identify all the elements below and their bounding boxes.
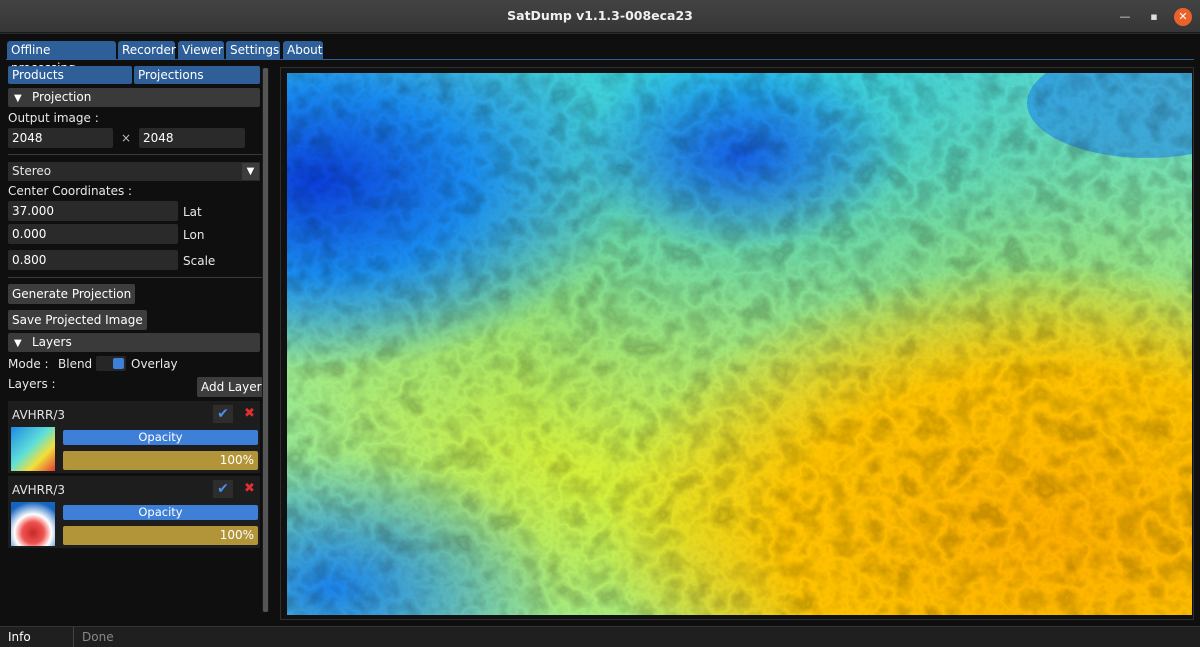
window-title: SatDump v1.1.3-008eca23 [507,8,693,23]
projection-header[interactable]: ▼ Projection [8,88,260,107]
projection-header-label: Projection [32,90,92,104]
tab-recorder[interactable]: Recorder [118,41,176,59]
projection-type-select[interactable]: Stereo ▼ [8,162,260,181]
main-tabs: Offline processing Recorder Viewer Setti… [0,34,1200,75]
collapse-triangle-icon: ▼ [14,93,22,104]
opacity-slider[interactable]: Opacity [63,430,258,445]
overlay-label: Overlay [131,357,178,371]
left-panel-scrollbar[interactable] [262,68,269,612]
tab-about[interactable]: About [283,41,323,59]
separator [8,277,262,278]
toggle-knob [113,358,124,369]
scrollbar-thumb[interactable] [263,68,268,612]
lat-input[interactable]: 37.000 [8,201,178,221]
output-image-label: Output image : [8,111,99,125]
save-projected-image-button[interactable]: Save Projected Image [8,310,147,330]
scale-label: Scale [183,254,216,268]
opacity-value-bar[interactable]: 100% [63,526,258,545]
layer-thumbnail [11,502,55,546]
collapse-triangle-icon: ▼ [14,338,22,349]
separator [8,154,262,155]
layers-header-label: Layers [32,335,72,349]
projection-type-value: Stereo [12,164,52,178]
layer-item: AVHRR/3 ✔ ✖ Opacity 100% [8,476,260,548]
subtab-products[interactable]: Products [8,66,132,84]
maximize-icon[interactable]: ▪ [1145,8,1163,26]
status-text: Done [82,630,114,644]
add-layer-button[interactable]: Add Layer [197,377,266,397]
title-bar: SatDump v1.1.3-008eca23 — ▪ ✕ [0,0,1200,33]
tab-offline-processing[interactable]: Offline processing [7,41,116,75]
center-coordinates-label: Center Coordinates : [8,184,133,198]
layers-label: Layers : [8,377,56,391]
layer-thumbnail [11,427,55,471]
status-bar: Info Done [0,626,1200,647]
left-panel: Products Projections [4,64,260,644]
projected-image-view[interactable] [287,73,1192,615]
blend-overlay-toggle[interactable] [96,356,126,371]
blend-label: Blend [58,357,93,371]
delete-icon[interactable]: ✖ [244,481,255,496]
close-icon[interactable]: ✕ [1174,8,1192,26]
checkmark-icon[interactable]: ✔ [213,480,233,498]
status-divider [73,627,74,647]
opacity-value-bar[interactable]: 100% [63,451,258,470]
subtab-projections[interactable]: Projections [134,66,260,84]
checkmark-icon[interactable]: ✔ [213,405,233,423]
lon-input[interactable]: 0.000 [8,224,178,244]
tab-viewer[interactable]: Viewer [178,41,224,59]
output-height-input[interactable]: 2048 [139,128,245,148]
status-info-tab[interactable]: Info [8,630,31,644]
scale-input[interactable]: 0.800 [8,250,178,270]
layer-name: AVHRR/3 [12,483,66,497]
mode-label: Mode : [8,357,49,371]
times-sign: × [121,131,132,145]
dropdown-arrow-icon: ▼ [242,163,259,180]
tab-settings[interactable]: Settings [226,41,280,59]
tab-underline [6,59,1194,60]
opacity-slider[interactable]: Opacity [63,505,258,520]
delete-icon[interactable]: ✖ [244,406,255,421]
lon-label: Lon [183,228,205,242]
layers-header[interactable]: ▼ Layers [8,333,260,352]
minimize-icon[interactable]: — [1116,8,1134,26]
lat-label: Lat [183,205,202,219]
layer-name: AVHRR/3 [12,408,66,422]
layer-item: AVHRR/3 ✔ ✖ Opacity 100% [8,401,260,473]
generate-projection-button[interactable]: Generate Projection [8,284,136,304]
app-area: Offline processing Recorder Viewer Setti… [0,34,1200,626]
output-width-input[interactable]: 2048 [8,128,113,148]
